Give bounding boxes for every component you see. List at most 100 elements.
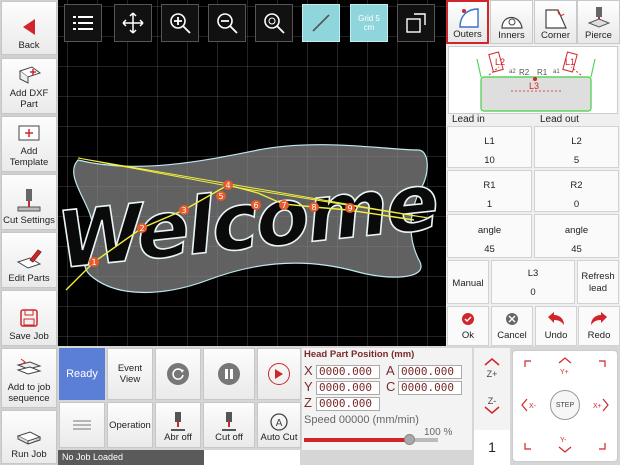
zoom-fit-button[interactable] bbox=[255, 4, 293, 42]
zoom-out-button[interactable] bbox=[208, 4, 246, 42]
l1-field[interactable]: L1 10 bbox=[447, 126, 532, 168]
r1-value: 1 bbox=[486, 199, 493, 210]
z-plus-button[interactable]: Z+ bbox=[476, 358, 508, 379]
event-view-button[interactable]: Event View bbox=[107, 348, 153, 400]
refresh-lead-button[interactable]: Refresh lead bbox=[577, 260, 619, 304]
speed-slider-fill bbox=[304, 438, 409, 442]
add-dxf-label: Add DXF Part bbox=[9, 88, 49, 110]
cancel-button[interactable]: Cancel bbox=[491, 306, 533, 346]
x-axis-label: X bbox=[304, 363, 313, 378]
jog-step-count[interactable]: 1 bbox=[474, 430, 510, 465]
r1-field[interactable]: R1 1 bbox=[447, 170, 532, 212]
cancel-label: Cancel bbox=[497, 330, 527, 341]
auto-cut-icon: A bbox=[270, 413, 288, 431]
cut-off-label: Cut off bbox=[215, 432, 243, 443]
start-button[interactable] bbox=[257, 348, 301, 400]
tab-pierce[interactable]: Pierce bbox=[577, 0, 620, 44]
menu-button[interactable] bbox=[59, 402, 105, 448]
a-axis-label: A bbox=[386, 363, 395, 378]
speed-slider[interactable] bbox=[304, 434, 438, 445]
r2-label: R2 bbox=[570, 180, 583, 191]
x-minus-label[interactable]: X- bbox=[529, 403, 536, 410]
move-icon bbox=[122, 12, 144, 34]
zoom-out-icon bbox=[217, 13, 238, 34]
l2-value: 5 bbox=[573, 155, 580, 166]
fullscreen-button[interactable] bbox=[397, 4, 435, 42]
lead-out-angle-field[interactable]: angle 45 bbox=[534, 214, 619, 258]
grid-toggle-button[interactable]: Grid 5 cm bbox=[350, 4, 388, 42]
x-position-value: 0000.000 bbox=[316, 365, 380, 379]
speed-slider-handle[interactable] bbox=[403, 434, 415, 445]
back-button[interactable]: Back bbox=[1, 1, 57, 55]
l2-label: L2 bbox=[571, 136, 582, 147]
add-to-job-sequence-button[interactable]: Add to job sequence bbox=[1, 348, 57, 408]
z-plus-label: Z+ bbox=[486, 369, 498, 379]
play-icon bbox=[268, 363, 290, 385]
back-arrow-icon bbox=[23, 19, 35, 35]
zoom-in-icon bbox=[170, 13, 191, 34]
lead-panel: Outers Inners Corner Pierce L2 a2 R2 R1 … bbox=[446, 0, 620, 346]
edit-parts-label: Edit Parts bbox=[8, 273, 50, 284]
edit-parts-icon bbox=[16, 249, 42, 269]
l3-field[interactable]: L3 0 bbox=[491, 260, 575, 304]
cut-settings-button[interactable]: Cut Settings bbox=[1, 174, 57, 230]
l2-field[interactable]: L2 5 bbox=[534, 126, 619, 168]
path-marker-number: 6 bbox=[253, 201, 258, 210]
c-axis-label: C bbox=[386, 379, 396, 394]
save-job-button[interactable]: Save Job bbox=[1, 290, 57, 346]
manual-button[interactable]: Manual bbox=[447, 260, 489, 304]
cut-off-button[interactable]: Cut off bbox=[203, 402, 255, 448]
z-minus-button[interactable]: Z- bbox=[476, 396, 508, 417]
ok-button[interactable]: Ok bbox=[447, 306, 489, 346]
lead-out-header: Lead out bbox=[540, 114, 579, 125]
x-plus-label[interactable]: X+ bbox=[593, 403, 602, 410]
y-minus-label[interactable]: Y- bbox=[560, 437, 566, 444]
list-button[interactable] bbox=[64, 4, 102, 42]
undo-icon bbox=[548, 312, 564, 325]
event-view-label: Event View bbox=[117, 363, 143, 385]
menu-lines-icon bbox=[73, 420, 91, 430]
add-dxf-part-button[interactable]: Add DXF Part bbox=[1, 58, 57, 114]
y-plus-label[interactable]: Y+ bbox=[560, 369, 569, 376]
path-marker-number: 7 bbox=[281, 201, 286, 210]
tab-corner[interactable]: Corner bbox=[534, 0, 577, 44]
zoom-in-button[interactable] bbox=[161, 4, 199, 42]
pierce-label: Pierce bbox=[585, 30, 612, 41]
step-button[interactable]: STEP bbox=[550, 390, 580, 420]
operation-button[interactable]: Operation bbox=[107, 402, 153, 448]
z-minus-label: Z- bbox=[487, 396, 497, 406]
lead-in-angle-field[interactable]: angle 45 bbox=[447, 214, 532, 258]
zoom-fit-icon bbox=[264, 13, 285, 34]
z-jog-panel: Z+ Z- 1 bbox=[474, 348, 510, 465]
l3-label: L3 bbox=[527, 268, 539, 279]
speed-unit: (mm/min) bbox=[372, 414, 419, 426]
auto-cut-button[interactable]: A Auto Cut bbox=[257, 402, 301, 448]
redo-icon bbox=[591, 312, 607, 325]
z-axis-label: Z bbox=[304, 395, 312, 410]
xy-jog-pad: Y+ Y- X- X+ STEP bbox=[512, 350, 618, 462]
run-job-button[interactable]: Run Job bbox=[1, 410, 57, 464]
add-template-button[interactable]: Add Template bbox=[1, 116, 57, 172]
lead-out-angle-value: 45 bbox=[571, 244, 582, 255]
diagram-l2: L2 bbox=[495, 57, 505, 67]
redo-button[interactable]: Redo bbox=[578, 306, 620, 346]
l1-label: L1 bbox=[484, 136, 495, 147]
tab-inners[interactable]: Inners bbox=[490, 0, 533, 44]
list-icon bbox=[73, 16, 93, 30]
pause-button[interactable] bbox=[203, 348, 255, 400]
undo-button[interactable]: Undo bbox=[535, 306, 577, 346]
line-tool-button[interactable] bbox=[302, 4, 340, 42]
outers-icon bbox=[458, 8, 479, 28]
move-button[interactable] bbox=[114, 4, 152, 42]
ok-label: Ok bbox=[461, 330, 475, 341]
edit-parts-button[interactable]: Edit Parts bbox=[1, 232, 57, 288]
abr-off-button[interactable]: Abr off bbox=[155, 402, 201, 448]
restart-button[interactable] bbox=[155, 348, 201, 400]
corner-icon bbox=[544, 9, 567, 29]
position-readout: Head Part Position (mm) X 0000.000 A 000… bbox=[302, 348, 472, 450]
lead-in-angle-value: 45 bbox=[484, 244, 495, 255]
tab-outers[interactable]: Outers bbox=[446, 0, 489, 44]
part-canvas[interactable]: Welcome 123456789 Grid 5 cm bbox=[58, 0, 446, 346]
r2-field[interactable]: R2 0 bbox=[534, 170, 619, 212]
lead-diagram: L2 a2 R2 R1 a1 L1 L3 bbox=[448, 46, 618, 114]
